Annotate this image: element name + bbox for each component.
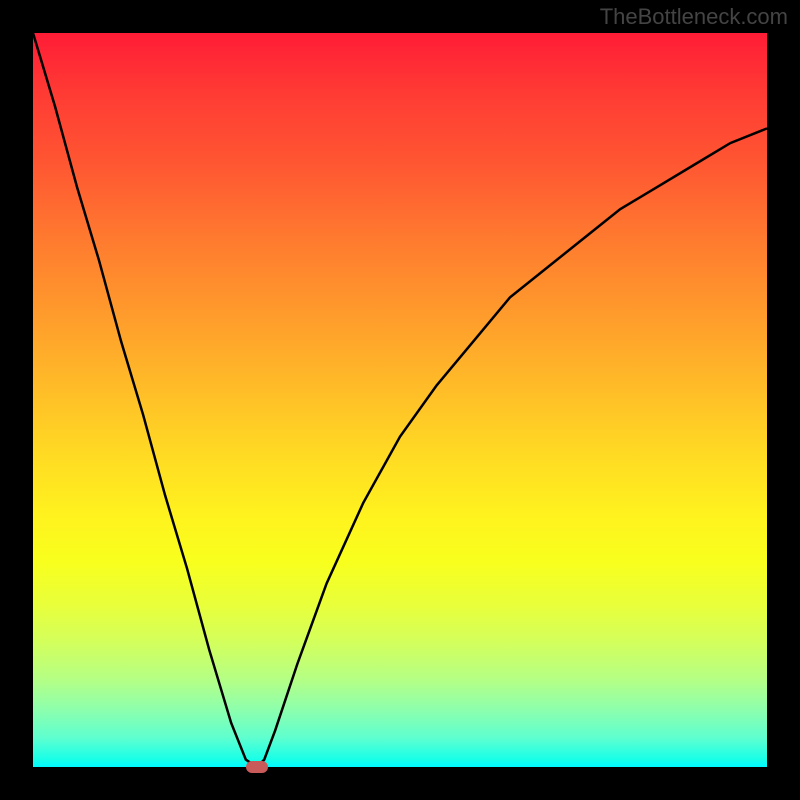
bottleneck-curve — [33, 33, 767, 767]
minimum-marker — [246, 761, 268, 773]
chart-plot-area — [33, 33, 767, 767]
attribution-text: TheBottleneck.com — [600, 4, 788, 30]
